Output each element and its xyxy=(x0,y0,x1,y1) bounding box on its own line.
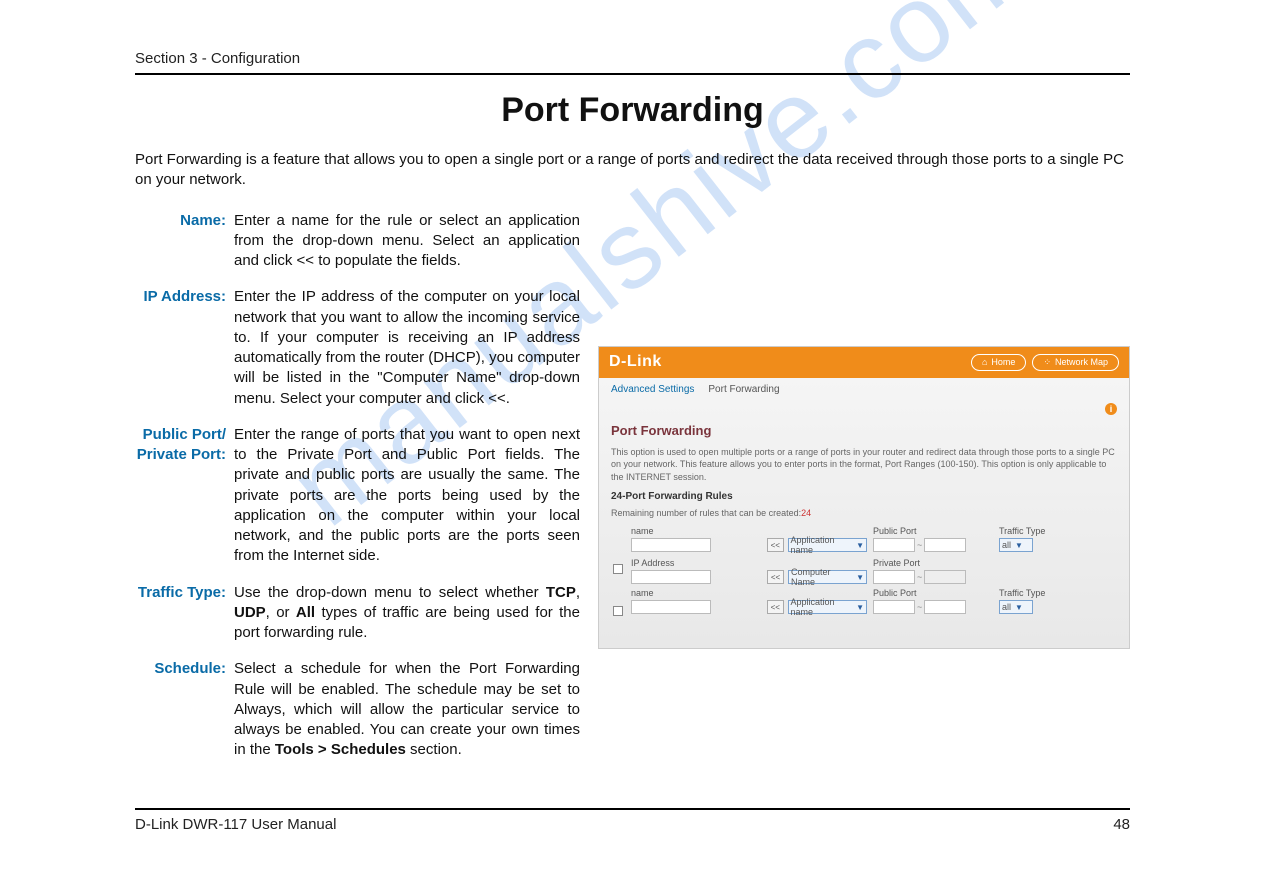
traffic-type-select[interactable]: all ▼ xyxy=(999,600,1033,614)
shot-heading: Port Forwarding xyxy=(611,423,1117,438)
public-port-end[interactable] xyxy=(924,600,966,614)
public-port-label: Public Port xyxy=(873,526,993,536)
def-label-ports: Public Port/ Private Port: xyxy=(135,425,234,567)
application-name-select[interactable]: Application name▼ xyxy=(788,600,867,614)
def-label-ip: IP Address: xyxy=(135,287,234,409)
shot-subheading: 24-Port Forwarding Rules xyxy=(611,491,1117,502)
traffic-m2: , or xyxy=(266,604,296,621)
compname-text: Computer Name xyxy=(791,567,852,587)
chevron-down-icon: ▼ xyxy=(1015,541,1023,550)
rule-row: name IP Address << Application name▼ xyxy=(611,526,1117,584)
assign-app-button[interactable]: << xyxy=(767,538,784,552)
chevron-down-icon: ▼ xyxy=(856,603,864,612)
def-desc-ports: Enter the range of ports that you want t… xyxy=(234,425,580,567)
name-input[interactable] xyxy=(631,538,711,552)
public-port-end[interactable] xyxy=(924,538,966,552)
def-desc-ip: Enter the IP address of the computer on … xyxy=(234,287,580,409)
def-label-traffic: Traffic Type: xyxy=(135,583,234,644)
breadcrumb-advanced[interactable]: Advanced Settings xyxy=(611,384,694,395)
traffic-type-label: Traffic Type xyxy=(999,588,1059,598)
def-desc-schedule: Select a schedule for when the Port Forw… xyxy=(234,659,580,760)
name-label: name xyxy=(631,526,761,536)
rule-checkbox[interactable] xyxy=(613,606,623,616)
private-port-label: Private Port xyxy=(873,558,993,568)
rule-checkbox[interactable] xyxy=(613,564,623,574)
sched-post: section. xyxy=(406,741,462,758)
sched-b1: Tools > Schedules xyxy=(275,741,406,758)
remaining-pre: Remaining number of rules that can be cr… xyxy=(611,508,801,518)
home-icon: ⌂ xyxy=(982,357,987,367)
ip-input[interactable] xyxy=(631,570,711,584)
traffic-m1: , xyxy=(576,584,580,601)
chevron-down-icon: ▼ xyxy=(856,541,864,550)
traffic-all-text: all xyxy=(1002,602,1011,612)
info-icon[interactable]: i xyxy=(1105,403,1117,415)
network-map-button[interactable]: ⁘ Network Map xyxy=(1032,354,1119,371)
appname-text: Application name xyxy=(791,535,853,555)
def-desc-traffic: Use the drop-down menu to select whether… xyxy=(234,583,580,644)
network-map-label: Network Map xyxy=(1055,357,1108,367)
definitions-column: Name: Enter a name for the rule or selec… xyxy=(135,211,580,777)
chevron-down-icon: ▼ xyxy=(856,573,864,582)
def-label-ports-l1: Public Port/ xyxy=(143,426,226,443)
section-header: Section 3 - Configuration xyxy=(135,50,1130,75)
intro-text: Port Forwarding is a feature that allows… xyxy=(135,150,1130,191)
page-number: 48 xyxy=(1113,816,1130,833)
home-label: Home xyxy=(991,357,1015,367)
def-label-schedule: Schedule: xyxy=(135,659,234,760)
traffic-b1: TCP xyxy=(546,584,576,601)
private-port-end[interactable] xyxy=(924,570,966,584)
computer-name-select[interactable]: Computer Name ▼ xyxy=(788,570,867,584)
shot-description: This option is used to open multiple por… xyxy=(611,446,1117,484)
traffic-pre: Use the drop-down menu to select whether xyxy=(234,584,546,601)
port-separator: ~ xyxy=(917,602,922,612)
public-port-start[interactable] xyxy=(873,600,915,614)
page-title: Port Forwarding xyxy=(135,91,1130,130)
def-desc-name: Enter a name for the rule or select an a… xyxy=(234,211,580,272)
router-screenshot: D-Link ⌂ Home ⁘ Network Map A xyxy=(598,346,1130,649)
network-map-icon: ⁘ xyxy=(1043,357,1051,368)
breadcrumb-current: Port Forwarding xyxy=(708,384,779,395)
traffic-all-text: all xyxy=(1002,540,1011,550)
remaining-rules: Remaining number of rules that can be cr… xyxy=(611,508,1117,518)
breadcrumb: Advanced Settings Port Forwarding xyxy=(611,378,1117,401)
traffic-type-label: Traffic Type xyxy=(999,526,1059,536)
public-port-start[interactable] xyxy=(873,538,915,552)
traffic-b2: UDP xyxy=(234,604,266,621)
private-port-start[interactable] xyxy=(873,570,915,584)
traffic-b3: All xyxy=(296,604,315,621)
public-port-label: Public Port xyxy=(873,588,993,598)
home-button[interactable]: ⌂ Home xyxy=(971,354,1026,371)
name-input[interactable] xyxy=(631,600,711,614)
application-name-select[interactable]: Application name▼ xyxy=(788,538,867,552)
port-separator: ~ xyxy=(917,540,922,550)
remaining-num: 24 xyxy=(801,508,811,518)
traffic-type-select[interactable]: all ▼ xyxy=(999,538,1033,552)
def-label-name: Name: xyxy=(135,211,234,272)
def-label-ports-l2: Private Port: xyxy=(135,445,226,465)
assign-computer-button[interactable]: << xyxy=(767,570,784,584)
dlink-logo: D-Link xyxy=(609,353,662,371)
assign-app-button[interactable]: << xyxy=(767,600,784,614)
shot-header: D-Link ⌂ Home ⁘ Network Map xyxy=(599,347,1129,378)
name-label: name xyxy=(631,588,761,598)
port-separator: ~ xyxy=(917,572,922,582)
appname-text: Application name xyxy=(791,597,853,617)
ip-label: IP Address xyxy=(631,558,761,568)
chevron-down-icon: ▼ xyxy=(1015,603,1023,612)
rule-row: name << Application name▼ Public Port xyxy=(611,588,1117,616)
footer-left: D-Link DWR-117 User Manual xyxy=(135,816,336,833)
